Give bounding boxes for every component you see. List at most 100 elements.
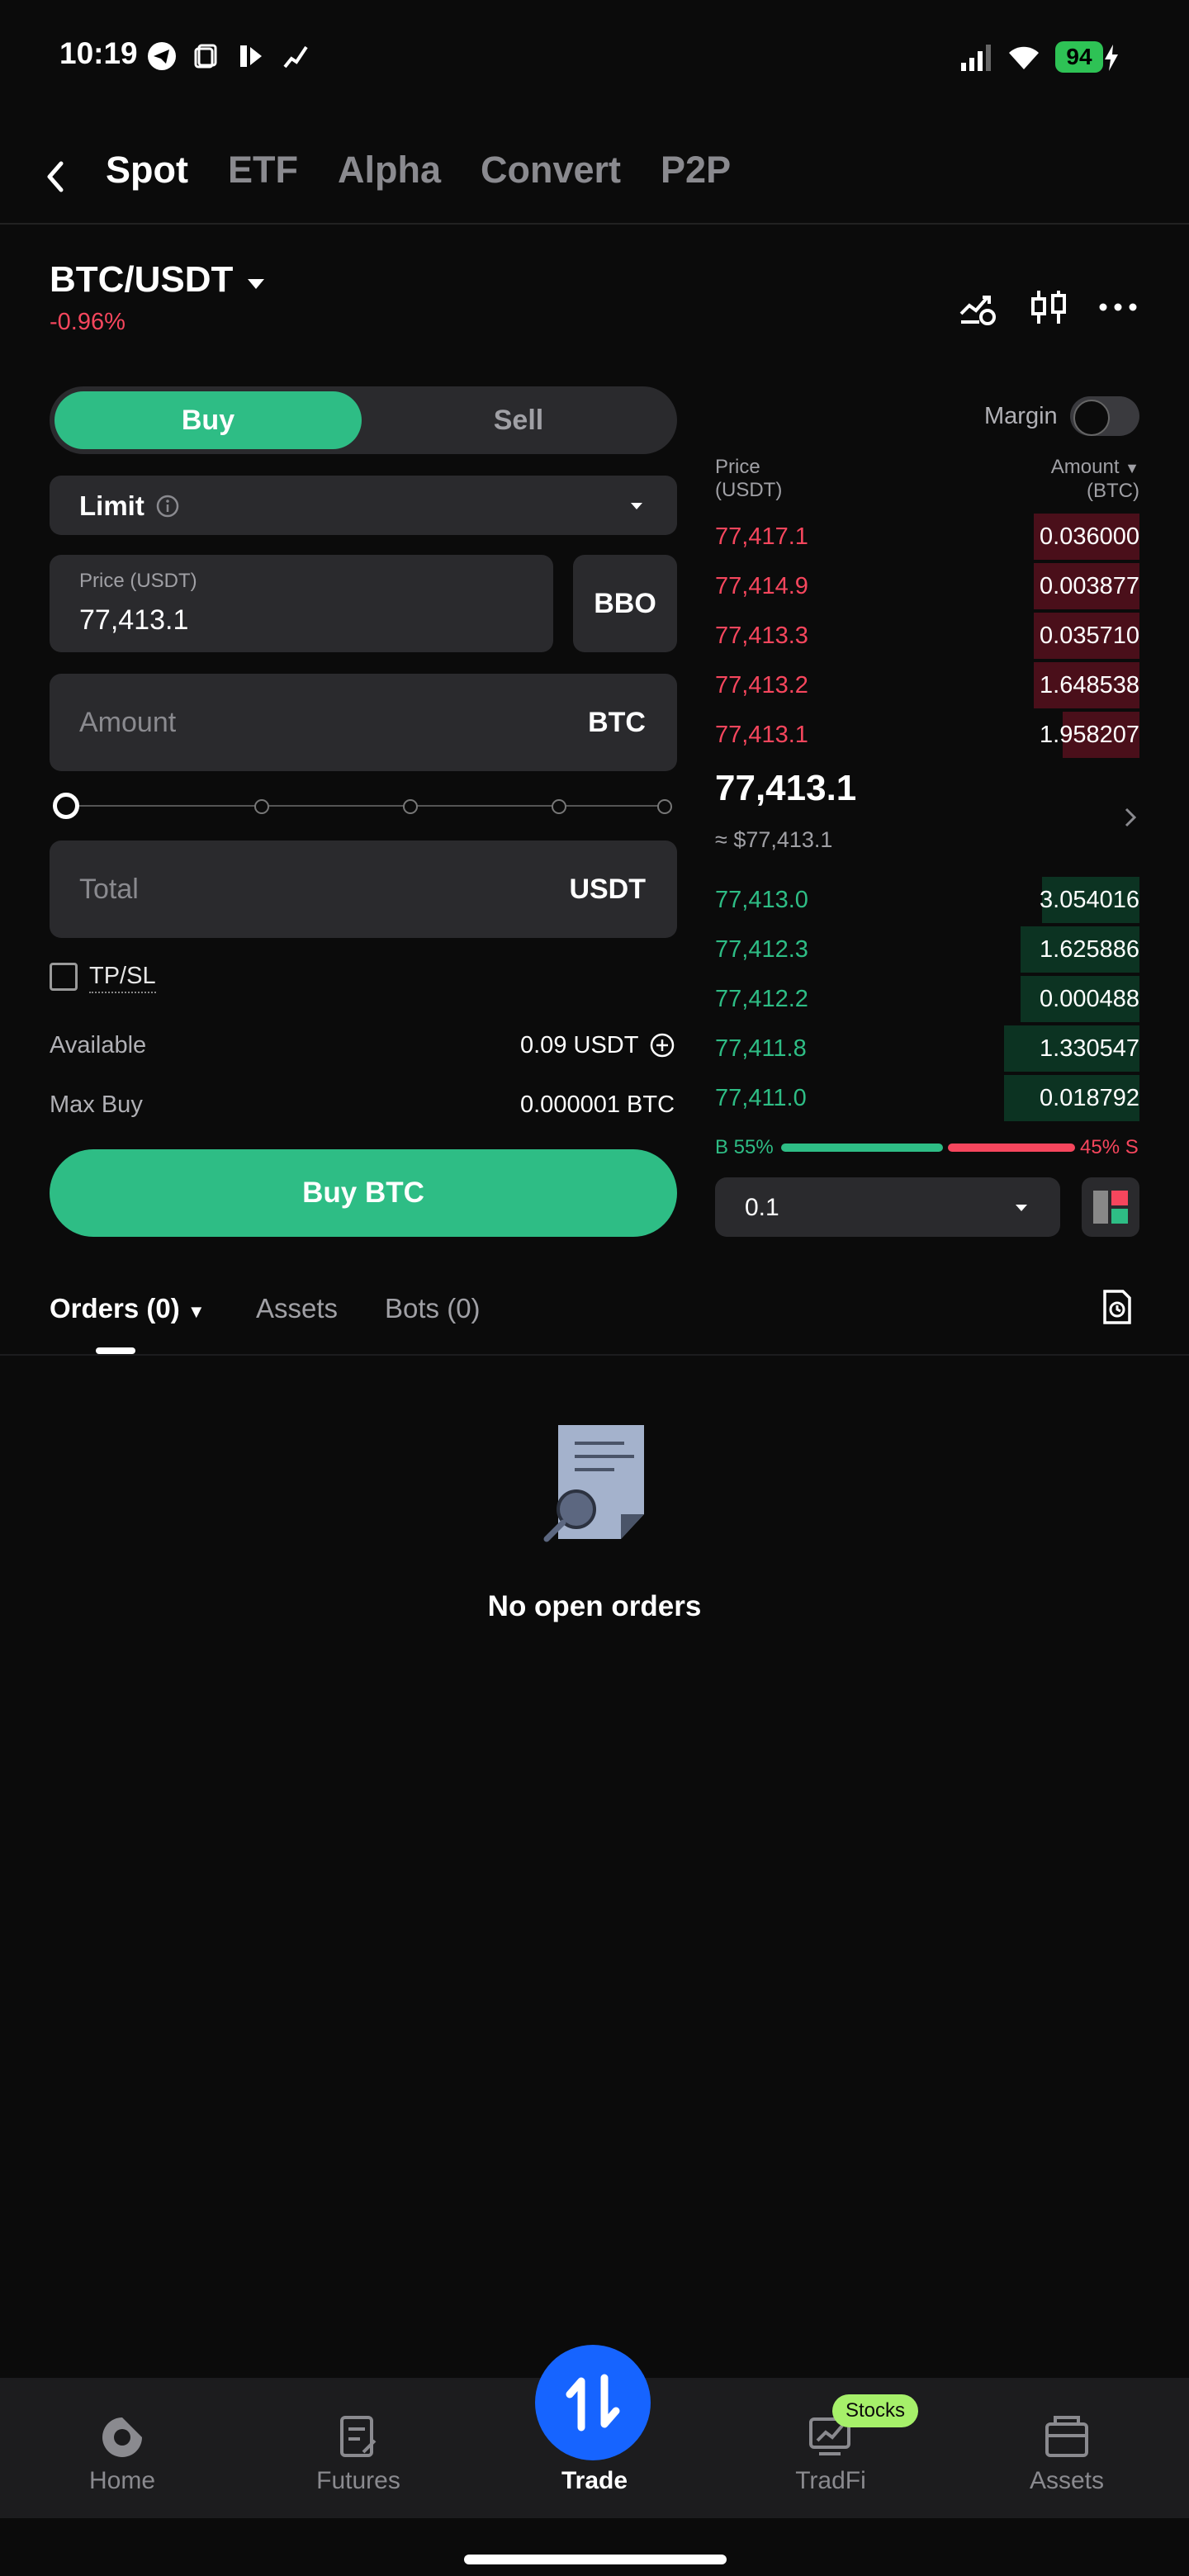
amount-input[interactable]: Amount BTC <box>50 674 677 771</box>
sell-tab[interactable]: Sell <box>365 391 672 449</box>
back-arrow-icon[interactable] <box>38 152 74 201</box>
ask-amount: 1.958207 <box>1040 722 1139 748</box>
bid-amount: 0.018792 <box>1040 1085 1139 1111</box>
ask-row[interactable]: 77,413.2 1.648538 <box>715 662 1139 708</box>
swap-arrows-icon <box>566 2374 620 2432</box>
status-bar: 10:19 94 <box>0 0 1189 116</box>
buy-tab[interactable]: Buy <box>54 391 362 449</box>
more-icon[interactable] <box>1098 287 1138 327</box>
caret-down-icon <box>1014 1202 1029 1212</box>
margin-toggle[interactable] <box>1070 396 1139 436</box>
bid-amount: 1.330547 <box>1040 1035 1139 1062</box>
bid-row[interactable]: 77,413.0 3.054016 <box>715 877 1139 923</box>
caret-down-icon: ▼ <box>1125 460 1139 476</box>
orderbook-price-header: Price (USDT) <box>715 456 783 501</box>
bid-price: 77,411.0 <box>715 1085 807 1111</box>
candlestick-chart-icon[interactable] <box>1029 287 1068 327</box>
tab-alpha[interactable]: Alpha <box>338 149 441 192</box>
bid-row[interactable]: 77,412.2 0.000488 <box>715 976 1139 1022</box>
price-value[interactable]: 77,413.1 <box>79 604 188 637</box>
ask-amount: 0.036000 <box>1040 523 1139 550</box>
bid-row[interactable]: 77,411.8 1.330547 <box>715 1025 1139 1072</box>
tab-spot[interactable]: Spot <box>106 149 188 192</box>
pair-selector[interactable]: BTC/USDT <box>50 259 233 301</box>
price-input[interactable]: Price (USDT) 77,413.1 <box>50 555 553 652</box>
wifi-icon <box>1006 41 1042 75</box>
max-buy-label: Max Buy <box>50 1091 143 1118</box>
ask-row[interactable]: 77,417.1 0.036000 <box>715 514 1139 560</box>
tab-convert[interactable]: Convert <box>481 149 621 192</box>
signal-icon <box>959 43 996 77</box>
chart-app-icon <box>279 40 312 73</box>
side-toggle: Buy Sell <box>50 386 677 454</box>
info-icon[interactable] <box>155 494 180 519</box>
ask-price: 77,413.3 <box>715 623 808 649</box>
tab-p2p[interactable]: P2P <box>661 149 731 192</box>
orderbook-amount-header[interactable]: Amount ▼ (BTC) <box>1007 456 1139 503</box>
ask-amount: 1.648538 <box>1040 672 1139 698</box>
ask-price: 77,413.1 <box>715 722 808 748</box>
empty-orders-icon <box>542 1422 649 1547</box>
price-alert-icon[interactable] <box>958 287 997 327</box>
price-caption: Price (USDT) <box>79 570 197 592</box>
copy-icon <box>190 40 223 73</box>
divider <box>0 1354 1189 1356</box>
slider-track <box>64 805 670 807</box>
order-type-select[interactable]: Limit <box>50 476 677 535</box>
tpsl-checkbox[interactable] <box>50 963 78 991</box>
ask-row[interactable]: 77,414.9 0.003877 <box>715 563 1139 609</box>
buy-ratio-bar <box>781 1144 943 1152</box>
slider-stop-25[interactable] <box>254 799 269 814</box>
caret-down-icon <box>629 500 644 510</box>
depth-step-select[interactable]: 0.1 <box>715 1177 1060 1237</box>
bid-row[interactable]: 77,411.0 0.018792 <box>715 1075 1139 1121</box>
margin-label: Margin <box>984 403 1058 429</box>
orderbook-layout-button[interactable] <box>1082 1177 1139 1237</box>
total-placeholder: Total <box>79 874 139 905</box>
add-funds-icon[interactable] <box>649 1032 675 1063</box>
slider-handle[interactable] <box>53 793 79 819</box>
available-label: Available <box>50 1032 147 1058</box>
total-input[interactable]: Total USDT <box>50 841 677 938</box>
max-buy-value: 0.000001 BTC <box>520 1091 675 1118</box>
bbo-button[interactable]: BBO <box>573 555 677 652</box>
status-time: 10:19 <box>59 36 138 70</box>
home-indicator[interactable] <box>464 2555 727 2564</box>
bid-price: 77,412.3 <box>715 936 808 963</box>
sell-ratio-bar <box>948 1144 1075 1152</box>
ask-row[interactable]: 77,413.3 0.035710 <box>715 613 1139 659</box>
slider-stop-75[interactable] <box>552 799 566 814</box>
bid-amount: 0.000488 <box>1040 986 1139 1012</box>
nav-assets[interactable]: Assets <box>984 2378 1149 2518</box>
tab-etf[interactable]: ETF <box>228 149 298 192</box>
tab-orders[interactable]: Orders (0) ▼ <box>50 1293 206 1324</box>
order-type-label: Limit <box>79 490 144 521</box>
nav-futures[interactable]: Futures <box>276 2378 441 2518</box>
home-icon <box>99 2414 145 2460</box>
bid-row[interactable]: 77,412.3 1.625886 <box>715 926 1139 973</box>
ask-row[interactable]: 77,413.1 1.958207 <box>715 712 1139 758</box>
trade-button[interactable] <box>535 2345 651 2460</box>
tab-bots[interactable]: Bots (0) <box>385 1293 481 1324</box>
slider-stop-100[interactable] <box>657 799 672 814</box>
chevron-right-icon[interactable] <box>1123 806 1138 829</box>
order-history-icon[interactable] <box>1098 1288 1136 1326</box>
tpsl-label[interactable]: TP/SL <box>89 963 156 993</box>
bid-amount: 3.054016 <box>1040 887 1139 913</box>
nav-home[interactable]: Home <box>40 2378 205 2518</box>
caret-down-icon: ▼ <box>187 1301 206 1322</box>
sell-ratio: 45% S <box>1080 1136 1139 1158</box>
tab-assets[interactable]: Assets <box>256 1293 338 1324</box>
depth-step-value: 0.1 <box>745 1194 779 1221</box>
ask-amount: 0.003877 <box>1040 573 1139 599</box>
stocks-badge: Stocks <box>832 2394 918 2427</box>
last-price: 77,413.1 <box>715 768 857 808</box>
wallet-icon <box>1044 2414 1090 2460</box>
bid-price: 77,413.0 <box>715 887 808 913</box>
ask-price: 77,413.2 <box>715 672 808 698</box>
caret-down-icon[interactable] <box>246 276 266 292</box>
slider-stop-50[interactable] <box>403 799 418 814</box>
amount-slider[interactable] <box>53 791 677 821</box>
buy-btc-button[interactable]: Buy BTC <box>50 1149 677 1237</box>
total-unit: USDT <box>569 874 646 905</box>
